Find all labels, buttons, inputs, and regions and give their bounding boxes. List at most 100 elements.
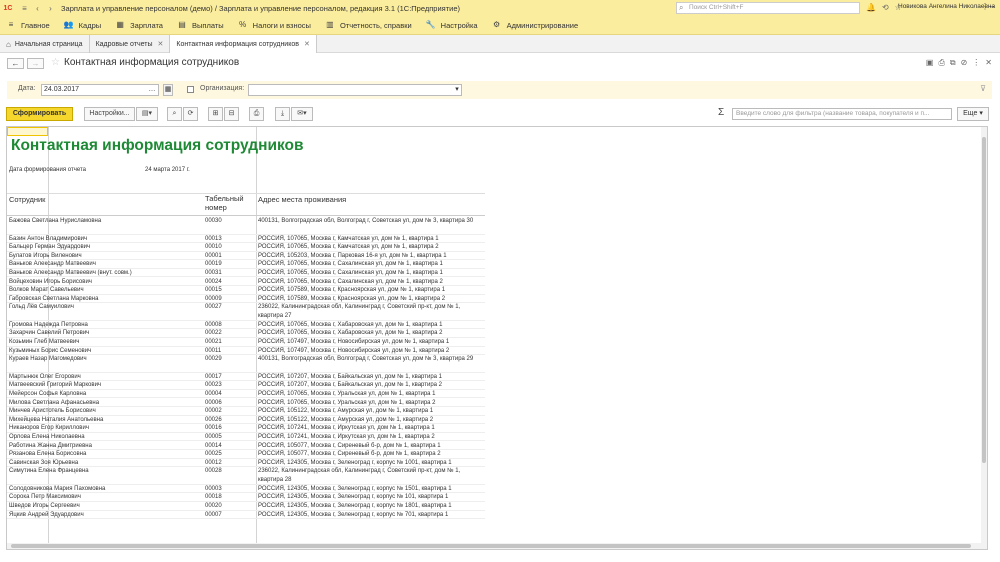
- find-button[interactable]: ⌕: [167, 107, 182, 121]
- back-button[interactable]: ←: [7, 58, 24, 69]
- table-row[interactable]: Милова Светлана Афанасьевна 00006 РОССИЯ, …: [7, 399, 485, 408]
- selected-cell[interactable]: [7, 127, 48, 136]
- table-row[interactable]: Ваньков Александр Матвеевич (внут. совм.…: [7, 269, 485, 278]
- sum-icon[interactable]: Σ: [718, 107, 724, 118]
- tab-hr-reports[interactable]: Кадровые отчеты ✕: [90, 35, 171, 53]
- table-row[interactable]: Сорока Петр Максимович 00018 РОССИЯ, 12430…: [7, 493, 485, 502]
- tab-home[interactable]: ⌂ Начальная страница: [0, 35, 90, 53]
- menu-item-label: Налоги и взносы: [252, 20, 311, 30]
- scroll-thumb[interactable]: [11, 544, 971, 548]
- notifications-icon[interactable]: 🔔: [866, 3, 876, 12]
- menu-item-staff[interactable]: 👥 Кадры: [64, 20, 101, 30]
- forward-button[interactable]: →: [27, 58, 44, 69]
- table-row[interactable]: Громова Надежда Петровна 00008 РОССИЯ, 107…: [7, 321, 485, 330]
- table-row[interactable]: Габровская Светлана Марковна 00009 РОССИЯ,…: [7, 295, 485, 304]
- table-row[interactable]: Базин Антон Владимирович 00013 РОССИЯ, 107…: [7, 235, 485, 244]
- horizontal-scrollbar[interactable]: [7, 543, 987, 549]
- calendar-icon[interactable]: ▦: [163, 84, 173, 96]
- address-cell: РОССИЯ, 107207, Москва г, Байкальская ул…: [258, 382, 443, 389]
- menu-item-salary[interactable]: ▦ Зарплата: [115, 20, 163, 30]
- table-row[interactable]: Ваньков Александр Матвеевич 00019 РОССИЯ, …: [7, 260, 485, 269]
- favorite-star-icon[interactable]: ☆: [51, 57, 60, 68]
- find-next-button[interactable]: ⟳: [183, 107, 198, 121]
- table-row[interactable]: Мейерсон Софья Карловна 00004 РОССИЯ, 1070…: [7, 390, 485, 399]
- table-row[interactable]: Шведов Игорь Сергеевич 00020 РОССИЯ, 12430…: [7, 502, 485, 511]
- menu-item-taxes[interactable]: % Налоги и взносы: [238, 20, 311, 30]
- print-button[interactable]: ⎙: [249, 107, 264, 121]
- close-icon[interactable]: ✕: [158, 40, 164, 48]
- vertical-scrollbar[interactable]: [981, 127, 987, 545]
- more-icon[interactable]: ⋮: [972, 58, 980, 68]
- table-row[interactable]: Захарчин Савелий Петрович 00022 РОССИЯ, 10…: [7, 329, 485, 338]
- table-row[interactable]: Волков Марат Савельевич 00015 РОССИЯ, 1075…: [7, 286, 485, 295]
- history-icon[interactable]: ⟲: [882, 3, 889, 12]
- tab-number-cell: 00017: [205, 373, 222, 380]
- dots-icon[interactable]: …: [147, 85, 157, 95]
- search-placeholder: Поиск Ctrl+Shift+F: [689, 4, 744, 11]
- filter-icon[interactable]: ⊽: [980, 84, 986, 93]
- scroll-thumb[interactable]: [982, 137, 986, 463]
- refresh-icon: ⟳: [187, 110, 194, 117]
- forward-icon[interactable]: ›: [46, 4, 55, 13]
- print-icon[interactable]: ⎙: [938, 58, 944, 68]
- table-row[interactable]: Войцеховин Игорь Борисович 00024 РОССИЯ, 1…: [7, 278, 485, 287]
- menu-item-payments[interactable]: ▤ Выплаты: [177, 20, 223, 30]
- report-filter-input[interactable]: Введите слово для фильтра (название това…: [732, 108, 952, 120]
- table-row[interactable]: Бажова Светлана Нурисламовна 00030 400131,…: [7, 217, 485, 235]
- save-button[interactable]: ⤓: [275, 107, 290, 121]
- table-row[interactable]: Никаноров Егор Кириллович 00016 РОССИЯ, 10…: [7, 424, 485, 433]
- organization-field[interactable]: [248, 84, 462, 96]
- report-document[interactable]: Контактная информация сотрудников Дата ф…: [6, 126, 988, 550]
- table-row[interactable]: Матвеевский Григорий Маркович 00023 РОССИЯ…: [7, 381, 485, 390]
- table-row[interactable]: Рязанова Елена Борисовна 00025 РОССИЯ, 105…: [7, 450, 485, 459]
- date-field[interactable]: 24.03.2017: [41, 84, 159, 96]
- save-icon[interactable]: ▣: [926, 58, 934, 68]
- employee-cell: Бажова Светлана Нурисламовна: [9, 218, 102, 224]
- link-icon[interactable]: ⊘: [961, 58, 968, 68]
- ungroup-button[interactable]: ⊟: [224, 107, 239, 121]
- table-row[interactable]: Мартынюк Олег Егорович 00017 РОССИЯ, 10720…: [7, 373, 485, 382]
- table-row[interactable]: Яцкив Андрей Эдуардович 00007 РОССИЯ, 1243…: [7, 511, 485, 520]
- tab-contact-info[interactable]: Контактная информация сотрудников ✕: [170, 35, 317, 53]
- chevron-down-icon[interactable]: ▾: [452, 85, 462, 95]
- group-button[interactable]: ⊞: [208, 107, 223, 121]
- table-row[interactable]: Кураев Назар Магомедович 00029 400131, Вол…: [7, 355, 485, 373]
- menu-item-label: Главное: [21, 20, 50, 30]
- address-cell: РОССИЯ, 107065, Москва г, Уральская ул, …: [258, 390, 436, 397]
- menu-item-main[interactable]: ≡ Главное: [6, 20, 50, 30]
- sections-menu: ≡ Главное 👥 Кадры ▦ Зарплата ▤ Выплаты %…: [0, 16, 1000, 35]
- table-row[interactable]: Симутина Елена Францевна 00028 236022, Кал…: [7, 467, 485, 485]
- table-row[interactable]: Кузьминых Борис Семенович 00011 РОССИЯ, 10…: [7, 347, 485, 356]
- attach-icon[interactable]: ⧉: [950, 58, 956, 68]
- send-button[interactable]: ✉▾: [291, 107, 313, 121]
- table-row[interactable]: Орлова Елена Николаевна 00005 РОССИЯ, 1072…: [7, 433, 485, 442]
- tab-number-cell: 00003: [205, 485, 222, 492]
- generate-button[interactable]: Сформировать: [6, 107, 73, 121]
- close-icon[interactable]: ✕: [985, 58, 992, 68]
- table-row[interactable]: Солодовникова Мария Пахомовна 00003 РОССИЯ…: [7, 485, 485, 494]
- more-button[interactable]: Еще ▾: [957, 107, 989, 121]
- table-row[interactable]: Козьмин Глеб Матвеевич 00021 РОССИЯ, 10749…: [7, 338, 485, 347]
- more-icon[interactable]: ⋮: [981, 2, 989, 11]
- menu-item-settings[interactable]: 🔧 Настройка: [426, 20, 478, 30]
- back-icon[interactable]: ‹: [33, 4, 42, 13]
- minimize-icon[interactable]: –: [990, 2, 994, 11]
- close-icon[interactable]: ✕: [304, 40, 310, 48]
- table-row[interactable]: Гольд Лёв Самуилович 00027 236022, Калинин…: [7, 303, 485, 321]
- menu-icon[interactable]: ≡: [20, 4, 29, 13]
- address-cell: РОССИЯ, 107065, Москва г, Хабаровская ул…: [258, 321, 443, 328]
- organization-checkbox[interactable]: [187, 86, 194, 93]
- employee-cell: Ваньков Александр Матвеевич: [9, 261, 96, 268]
- table-row[interactable]: Минчев Аристотель Борисович 00002 РОССИЯ, …: [7, 407, 485, 416]
- table-row[interactable]: Бальцер Герман Эдуардович 00010 РОССИЯ, 10…: [7, 243, 485, 252]
- variants-button[interactable]: ▤▾: [136, 107, 158, 121]
- settings-button[interactable]: Настройки...: [84, 107, 135, 121]
- table-row[interactable]: Булатов Игорь Виленович 00001 РОССИЯ, 1052…: [7, 252, 485, 261]
- table-row[interactable]: Работина Жанна Дмитриевна 00014 РОССИЯ, 10…: [7, 442, 485, 451]
- global-search-input[interactable]: ⌕ Поиск Ctrl+Shift+F: [676, 2, 860, 14]
- menu-item-label: Отчетность, справки: [339, 20, 412, 30]
- menu-item-reports[interactable]: ▥ Отчетность, справки: [325, 20, 412, 30]
- table-row[interactable]: Савинская Зоя Юрьевна 00012 РОССИЯ, 124305…: [7, 459, 485, 468]
- menu-item-admin[interactable]: ⚙ Администрирование: [492, 20, 578, 30]
- table-row[interactable]: Михейцева Наталия Анатольевна 00026 РОССИЯ…: [7, 416, 485, 425]
